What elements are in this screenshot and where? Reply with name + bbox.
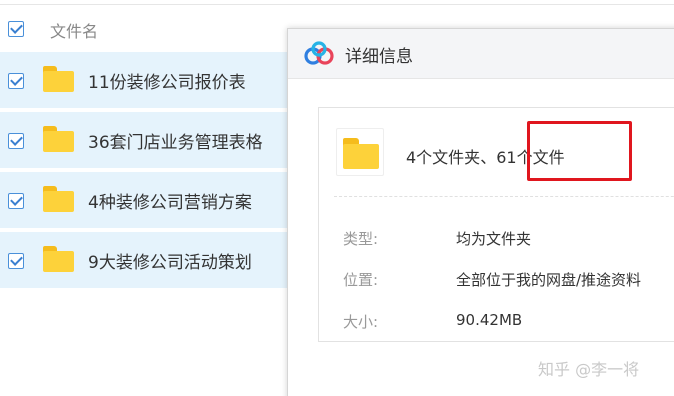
file-list: 文件名 11份装修公司报价表 36套门店业务管理表格 4种装修公司营销方案 9大… (0, 0, 290, 396)
type-field: 类型: 均为文件夹 (319, 228, 674, 252)
file-list-header: 文件名 (0, 10, 290, 48)
field-label: 大小: (343, 313, 379, 331)
zhihu-watermark: 知乎 @李一将 (538, 360, 640, 379)
baidu-netdisk-logo-icon (304, 41, 334, 65)
column-header-filename[interactable]: 文件名 (50, 18, 98, 42)
size-field: 大小: 90.42MB (319, 311, 674, 335)
file-name[interactable]: 9大装修公司活动策划 (88, 248, 252, 273)
select-all-checkbox[interactable] (8, 21, 24, 37)
field-label: 位置: (343, 271, 379, 289)
folder-icon (43, 186, 74, 212)
field-value: 90.42MB (456, 311, 523, 329)
folder-icon (43, 126, 74, 152)
folder-preview (336, 128, 384, 176)
file-row[interactable]: 11份装修公司报价表 (0, 52, 290, 110)
file-row[interactable]: 9大装修公司活动策划 (0, 232, 290, 290)
dialog-title: 详细信息 (345, 47, 413, 67)
folder-icon (43, 66, 74, 92)
field-label: 类型: (343, 230, 379, 248)
file-row[interactable]: 4种装修公司营销方案 (0, 172, 290, 230)
folder-icon (43, 246, 74, 272)
summary-separator: 、 (480, 148, 497, 167)
field-value: 均为文件夹 (456, 230, 532, 248)
row-checkbox[interactable] (8, 73, 24, 89)
file-row[interactable]: 36套门店业务管理表格 (0, 112, 290, 170)
dialog-header[interactable]: 详细信息 (288, 29, 674, 79)
screen: 文件名 11份装修公司报价表 36套门店业务管理表格 4种装修公司营销方案 9大… (0, 0, 674, 396)
file-name[interactable]: 11份装修公司报价表 (88, 68, 246, 93)
file-name[interactable]: 4种装修公司营销方案 (88, 188, 252, 213)
row-checkbox[interactable] (8, 253, 24, 269)
file-name[interactable]: 36套门店业务管理表格 (88, 128, 263, 153)
folder-icon (343, 138, 379, 169)
row-checkbox[interactable] (8, 193, 24, 209)
folder-count: 4个文件夹 (406, 148, 481, 167)
field-value: 全部位于我的网盘/推途资料 (456, 271, 642, 289)
detail-dialog: 详细信息 4个文件夹、61个文件 类型: 均为文件夹 位置: 全部位于我的网盘/… (287, 28, 674, 396)
location-field: 位置: 全部位于我的网盘/推途资料 (319, 269, 674, 293)
row-checkbox[interactable] (8, 133, 24, 149)
detail-card: 4个文件夹、61个文件 类型: 均为文件夹 位置: 全部位于我的网盘/推途资料 … (318, 107, 674, 342)
dashed-divider (334, 196, 674, 197)
red-highlight-box (527, 121, 632, 181)
